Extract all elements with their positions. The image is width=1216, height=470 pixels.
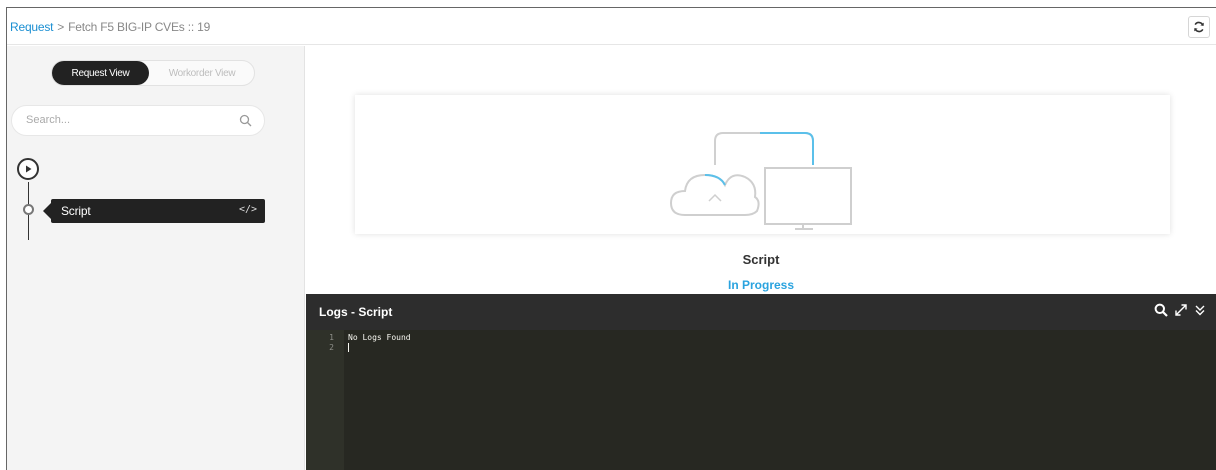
app-frame: Request > Fetch F5 BIG-IP CVEs :: 19 Reque… [6,7,1216,470]
line-number: 2 [329,343,334,352]
breadcrumb-current: Fetch F5 BIG-IP CVEs :: 19 [68,20,211,34]
logs-editor[interactable]: 1 2 No Logs Found [306,330,1216,470]
logs-panel: Logs - Script 1 2 No Logs Found [306,294,1216,470]
step-label: Script [61,204,91,218]
step-status: In Progress [727,278,795,292]
refresh-icon [1194,21,1204,33]
search-box [11,105,265,136]
breadcrumb-separator: > [57,20,65,34]
workflow-step-script[interactable]: Script </> [43,199,265,223]
workflow-start-node[interactable] [17,158,39,180]
logs-title: Logs - Script [319,305,393,319]
log-line: No Logs Found [348,333,411,342]
sidebar: Request View Workorder View Script </> [7,46,305,470]
cloud-to-monitor-illustration [669,132,852,230]
line-number-gutter: 1 2 [306,330,344,470]
step-title: Script [742,252,780,267]
workorder-view-tab[interactable]: Workorder View [152,61,252,85]
collapse-down-icon[interactable] [1194,303,1206,317]
step-node-dot [23,204,34,215]
play-icon [26,165,32,173]
text-cursor [348,343,349,352]
search-icon[interactable] [239,114,252,127]
search-input[interactable] [26,114,226,126]
breadcrumb: Request > Fetch F5 BIG-IP CVEs :: 19 [10,20,210,34]
expand-icon[interactable] [1174,303,1188,317]
logs-header: Logs - Script [306,294,1216,330]
logs-actions [1154,303,1206,317]
search-icon[interactable] [1154,303,1168,317]
code-icon: </> [238,204,257,215]
request-view-tab[interactable]: Request View [52,61,149,85]
breadcrumb-request-link[interactable]: Request [10,20,53,34]
line-number: 1 [329,333,334,342]
header-bar: Request > Fetch F5 BIG-IP CVEs :: 19 [7,8,1216,45]
refresh-button[interactable] [1188,16,1210,38]
step-illustration-card [355,95,1170,234]
view-toggle: Request View Workorder View [51,60,255,86]
main-panel: Script In Progress Logs - Script 1 2 No … [306,46,1216,470]
